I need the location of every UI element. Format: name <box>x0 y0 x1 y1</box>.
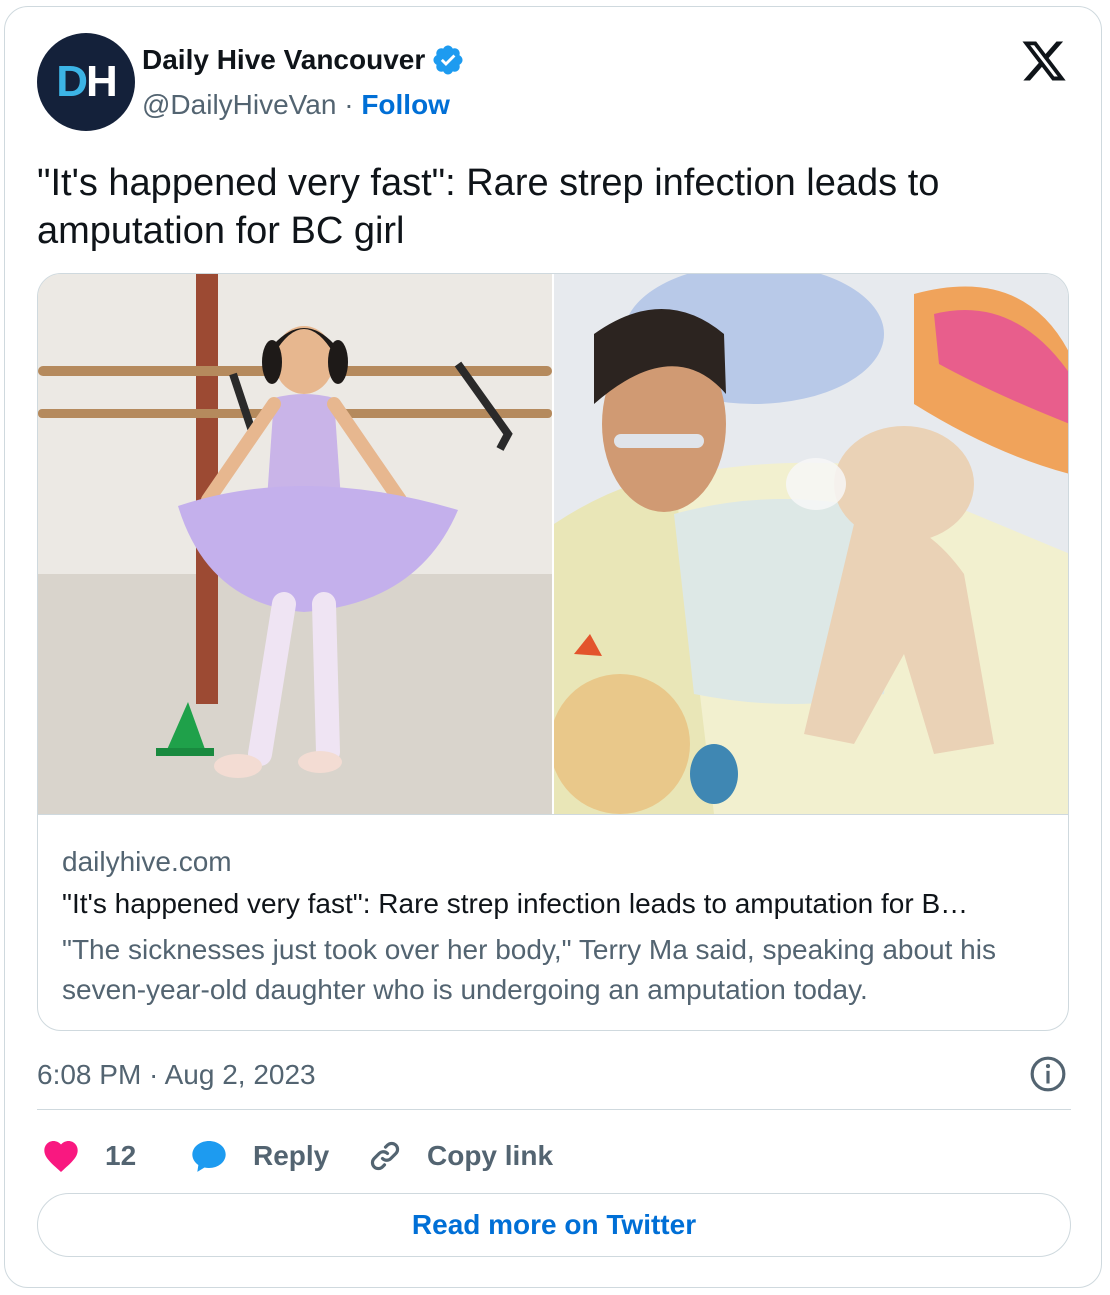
card-description: "The sicknesses just took over her body,… <box>62 934 996 1005</box>
author-handle-line: @DailyHiveVan · Follow <box>142 89 450 121</box>
ballet-photo <box>38 274 552 814</box>
link-icon <box>370 1141 400 1171</box>
actions-separator <box>37 1109 1071 1110</box>
verified-badge-icon <box>433 45 463 75</box>
x-logo-icon[interactable] <box>1019 37 1069 85</box>
like-count: 12 <box>105 1140 137 1171</box>
speech-bubble-icon <box>192 1141 226 1172</box>
card-domain: dailyhive.com <box>62 846 232 877</box>
like-button[interactable]: 12 <box>41 1133 136 1179</box>
author-name[interactable]: Daily Hive Vancouver <box>142 43 465 77</box>
tweet-embed-card: DH Daily Hive Vancouver @DailyHiveVan · … <box>4 6 1102 1288</box>
reply-label: Reply <box>253 1140 330 1171</box>
heart-icon <box>44 1141 78 1172</box>
ballet-photo-illustration <box>38 274 552 814</box>
link-preview-card[interactable]: dailyhive.com "It's happened very fast":… <box>37 273 1069 1031</box>
card-media <box>38 274 1068 814</box>
card-divider <box>38 814 1068 815</box>
author-avatar[interactable]: DH <box>37 33 135 131</box>
author-handle[interactable]: @DailyHiveVan <box>142 89 336 120</box>
follow-link[interactable]: Follow <box>361 89 450 120</box>
copy-link-button[interactable]: Copy link <box>365 1133 553 1179</box>
read-more-button[interactable]: Read more on Twitter <box>37 1193 1071 1257</box>
avatar-logo: DH <box>56 57 118 106</box>
tweet-timestamp[interactable]: 6:08 PM · Aug 2, 2023 <box>37 1059 316 1091</box>
read-more-label: Read more on Twitter <box>411 1209 697 1240</box>
card-title: "It's happened very fast": Rare strep in… <box>62 888 969 919</box>
info-icon[interactable] <box>1029 1055 1067 1093</box>
copy-link-label: Copy link <box>427 1140 554 1171</box>
hospital-photo-illustration <box>554 274 1068 814</box>
handle-separator: · <box>336 89 362 120</box>
tweet-text: "It's happened very fast": Rare strep in… <box>37 162 940 252</box>
reply-button[interactable]: Reply <box>189 1133 329 1179</box>
hospital-photo <box>554 274 1068 814</box>
author-name-text: Daily Hive Vancouver <box>142 44 426 75</box>
